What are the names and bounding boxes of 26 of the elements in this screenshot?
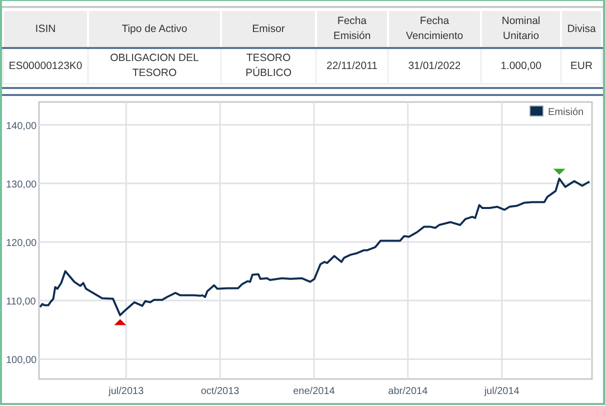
column-header: Fecha Vencimiento: [388, 10, 481, 48]
column-header: Fecha Emisión: [316, 10, 388, 48]
legend-label: Emisión: [548, 107, 584, 118]
y-axis-label: 110,00: [6, 296, 36, 308]
y-axis-label: 100,00: [6, 355, 37, 366]
x-axis-label: oct/2013: [200, 386, 240, 397]
table-cell: 22/11/2011: [316, 48, 388, 84]
column-header: Tipo de Activo: [88, 10, 221, 48]
column-header: Divisa: [561, 10, 602, 48]
x-axis-label: abr/2014: [388, 386, 428, 397]
table-cell: ES00000123K0: [3, 48, 88, 84]
table-cell: TESORO PÚBLICO: [221, 48, 316, 84]
table-cell: OBLIGACION DEL TESORO: [88, 48, 221, 84]
table-cell: EUR: [561, 48, 602, 84]
x-axis-label: jul/2013: [108, 386, 144, 397]
legend-swatch: [530, 106, 544, 116]
column-header: Emisor: [221, 10, 316, 48]
column-header: ISIN: [3, 10, 88, 48]
y-axis-label: 140,00: [6, 120, 37, 132]
table-cell: 1.000,00: [481, 48, 561, 84]
y-axis-label: 130,00: [6, 179, 37, 190]
y-axis-label: 120,00: [6, 238, 37, 249]
x-axis-label: ene/2014: [293, 386, 335, 397]
table-cell: 31/01/2022: [388, 48, 481, 84]
x-axis-label: jul/2014: [484, 386, 520, 397]
column-header: Nominal Unitario: [481, 10, 561, 48]
